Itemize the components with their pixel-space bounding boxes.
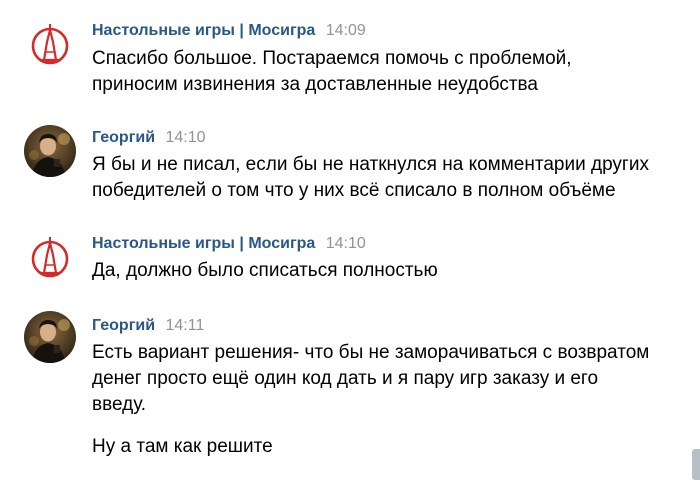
message-header: Настольные игры | Мосигра 14:10 <box>92 233 366 255</box>
mosigra-logo-icon <box>24 20 76 72</box>
message-time[interactable]: 14:10 <box>326 235 366 252</box>
message-line: Есть вариант решения- что бы не заморачи… <box>92 342 650 363</box>
message-line: приносим извинения за доставленные неудо… <box>92 74 538 95</box>
chat-history: Настольные игры | Мосигра 14:09 Спасибо … <box>0 0 700 480</box>
message-line: денег просто ещё один код дать и я пару … <box>92 368 599 389</box>
message-time[interactable]: 14:11 <box>166 317 205 334</box>
author-name[interactable]: Георгий <box>92 129 155 146</box>
message-text: Я бы и не писал, если бы не наткнулся на… <box>92 152 682 204</box>
author-name[interactable]: Георгий <box>92 317 155 334</box>
author-name[interactable]: Настольные игры | Мосигра <box>92 235 315 252</box>
user-photo-icon <box>24 311 76 363</box>
message-line: Я бы и не писал, если бы не наткнулся на… <box>92 154 649 175</box>
avatar[interactable] <box>24 311 76 363</box>
scrollbar-thumb[interactable] <box>692 449 700 480</box>
message-line: победителей о том что у них всё списало … <box>92 180 616 201</box>
message-line: Спасибо большое. Постараемся помочь с пр… <box>92 48 572 69</box>
avatar[interactable] <box>24 125 76 177</box>
message-header: Настольные игры | Мосигра 14:09 <box>92 20 366 42</box>
avatar[interactable] <box>24 20 76 72</box>
message-line: Да, должно было списаться полностью <box>92 260 438 281</box>
mosigra-logo-icon <box>24 233 76 285</box>
author-name[interactable]: Настольные игры | Мосигра <box>92 22 315 39</box>
avatar[interactable] <box>24 233 76 285</box>
message-header: Георгий 14:10 <box>92 127 206 149</box>
user-photo-icon <box>24 125 76 177</box>
message-text: Да, должно было списаться полностью <box>92 258 682 284</box>
message-text-followup: Ну а там как решите <box>92 434 682 460</box>
message-text: Спасибо большое. Постараемся помочь с пр… <box>92 46 682 98</box>
message-time[interactable]: 14:10 <box>166 129 206 146</box>
message-line: введу. <box>92 394 147 415</box>
message-text: Есть вариант решения- что бы не заморачи… <box>92 340 682 418</box>
message-time[interactable]: 14:09 <box>326 22 366 39</box>
message-header: Георгий 14:11 <box>92 315 204 337</box>
message-line: Ну а там как решите <box>92 436 273 457</box>
